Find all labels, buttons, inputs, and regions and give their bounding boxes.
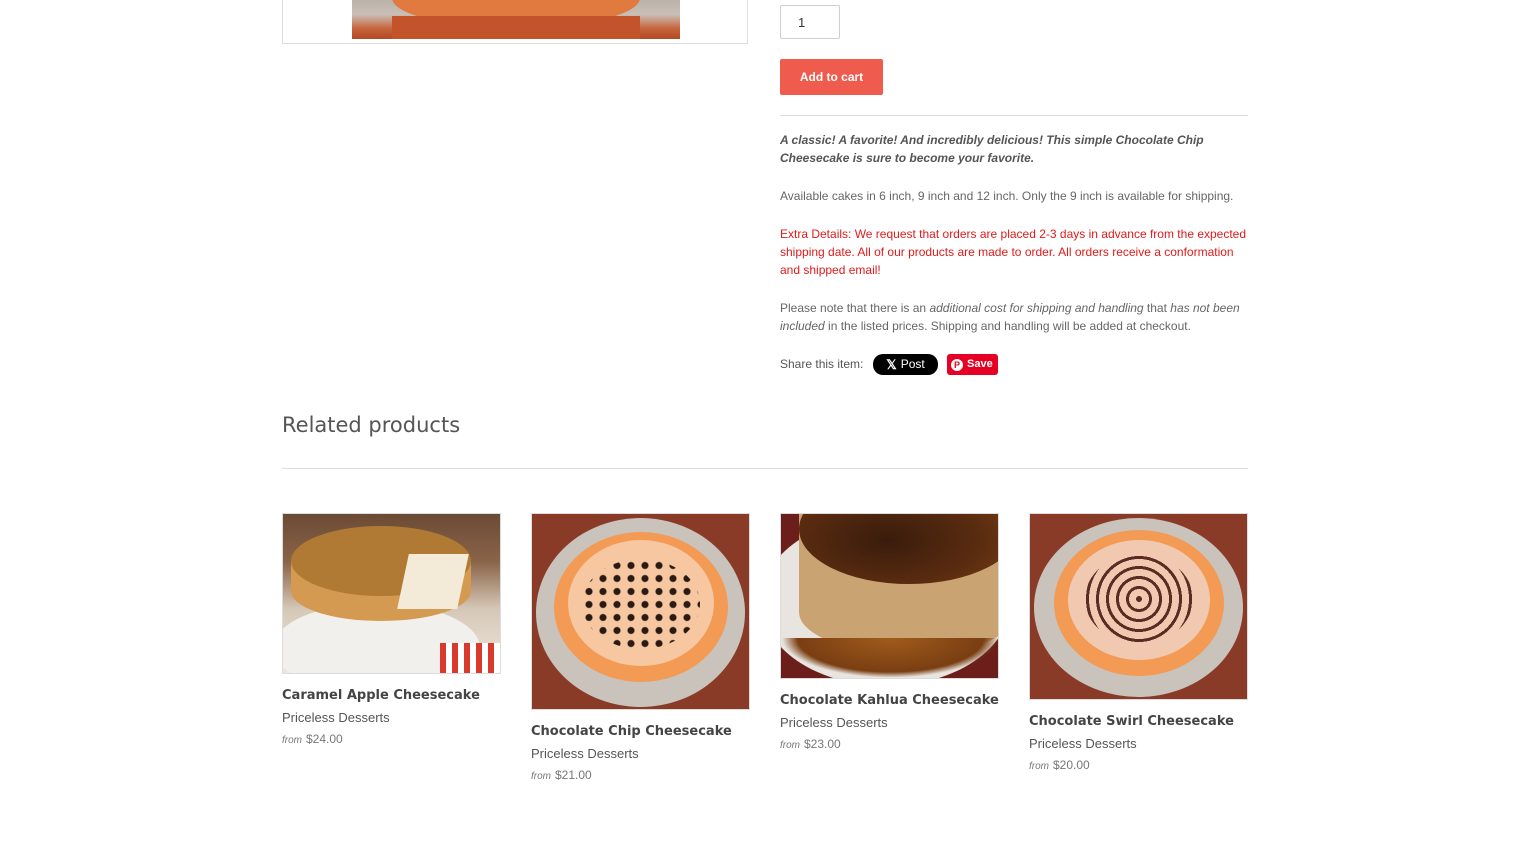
- description-shipping-note: Please note that there is an additional …: [780, 299, 1248, 335]
- price-value: $20.00: [1053, 758, 1090, 772]
- product-price: from $21.00: [531, 767, 750, 785]
- price-from-label: from: [282, 735, 302, 746]
- product-title-link[interactable]: Caramel Apple Cheesecake: [282, 687, 501, 705]
- chocolate-chips-shape: [582, 559, 700, 649]
- pinterest-save-button[interactable]: P Save: [947, 354, 998, 375]
- product-title-link[interactable]: Chocolate Swirl Cheesecake: [1029, 713, 1248, 731]
- product-vendor: Priceless Desserts: [780, 715, 888, 730]
- cake-slice-shape: [397, 554, 469, 609]
- product-thumbnail[interactable]: [531, 513, 750, 710]
- quantity-input[interactable]: [780, 5, 840, 39]
- product-title-link[interactable]: Chocolate Kahlua Cheesecake: [780, 692, 999, 710]
- related-products-heading: Related products: [282, 413, 461, 437]
- add-to-cart-button[interactable]: Add to cart: [780, 59, 883, 95]
- related-product-card: Caramel Apple Cheesecake Priceless Desse…: [282, 513, 501, 749]
- price-value: $24.00: [306, 732, 343, 746]
- related-product-card: Chocolate Chip Cheesecake Priceless Dess…: [531, 513, 750, 785]
- price-from-label: from: [780, 740, 800, 751]
- description-extra-details: Extra Details: We request that orders ar…: [780, 227, 1247, 277]
- product-price: from $20.00: [1029, 757, 1248, 775]
- x-logo-icon: 𝕏: [886, 357, 897, 372]
- product-vendor: Priceless Desserts: [531, 746, 639, 761]
- caramel-drip-shape: [781, 638, 998, 678]
- divider: [780, 115, 1248, 116]
- divider: [282, 468, 1248, 469]
- pinterest-save-label: Save: [967, 358, 993, 370]
- product-price: from $23.00: [780, 736, 999, 754]
- pinterest-icon: P: [951, 358, 963, 371]
- product-main-image-frame: [282, 0, 748, 44]
- product-vendor: Priceless Desserts: [282, 710, 390, 725]
- product-vendor: Priceless Desserts: [1029, 736, 1137, 751]
- price-value: $21.00: [555, 768, 592, 782]
- related-product-card: Chocolate Kahlua Cheesecake Priceless De…: [780, 513, 999, 754]
- shipping-note-emphasis-cost: additional cost for shipping and handlin…: [929, 301, 1144, 315]
- related-product-card: Chocolate Swirl Cheesecake Priceless Des…: [1029, 513, 1248, 775]
- shipping-note-part1: Please note that there is an: [780, 301, 930, 315]
- product-main-image[interactable]: [352, 0, 680, 39]
- description-intro: A classic! A favorite! And incredibly de…: [780, 133, 1204, 165]
- product-thumbnail[interactable]: [282, 513, 501, 674]
- product-title-link[interactable]: Chocolate Chip Cheesecake: [531, 723, 750, 741]
- share-label: Share this item:: [780, 357, 864, 371]
- napkin-shape: [440, 643, 500, 673]
- price-from-label: from: [531, 771, 551, 782]
- x-post-label: Post: [900, 357, 925, 371]
- shipping-note-part3: in the listed prices. Shipping and handl…: [824, 319, 1191, 333]
- price-value: $23.00: [804, 737, 841, 751]
- product-price: from $24.00: [282, 731, 501, 749]
- x-post-button[interactable]: 𝕏 Post: [873, 354, 938, 375]
- product-thumbnail[interactable]: [780, 513, 999, 679]
- shipping-note-part2: that: [1143, 301, 1171, 315]
- product-thumbnail[interactable]: [1029, 513, 1248, 700]
- description-sizes: Available cakes in 6 inch, 9 inch and 12…: [780, 189, 1234, 203]
- price-from-label: from: [1029, 761, 1049, 772]
- cake-rim-shape: [392, 16, 640, 39]
- chocolate-swirl-shape: [1085, 554, 1193, 644]
